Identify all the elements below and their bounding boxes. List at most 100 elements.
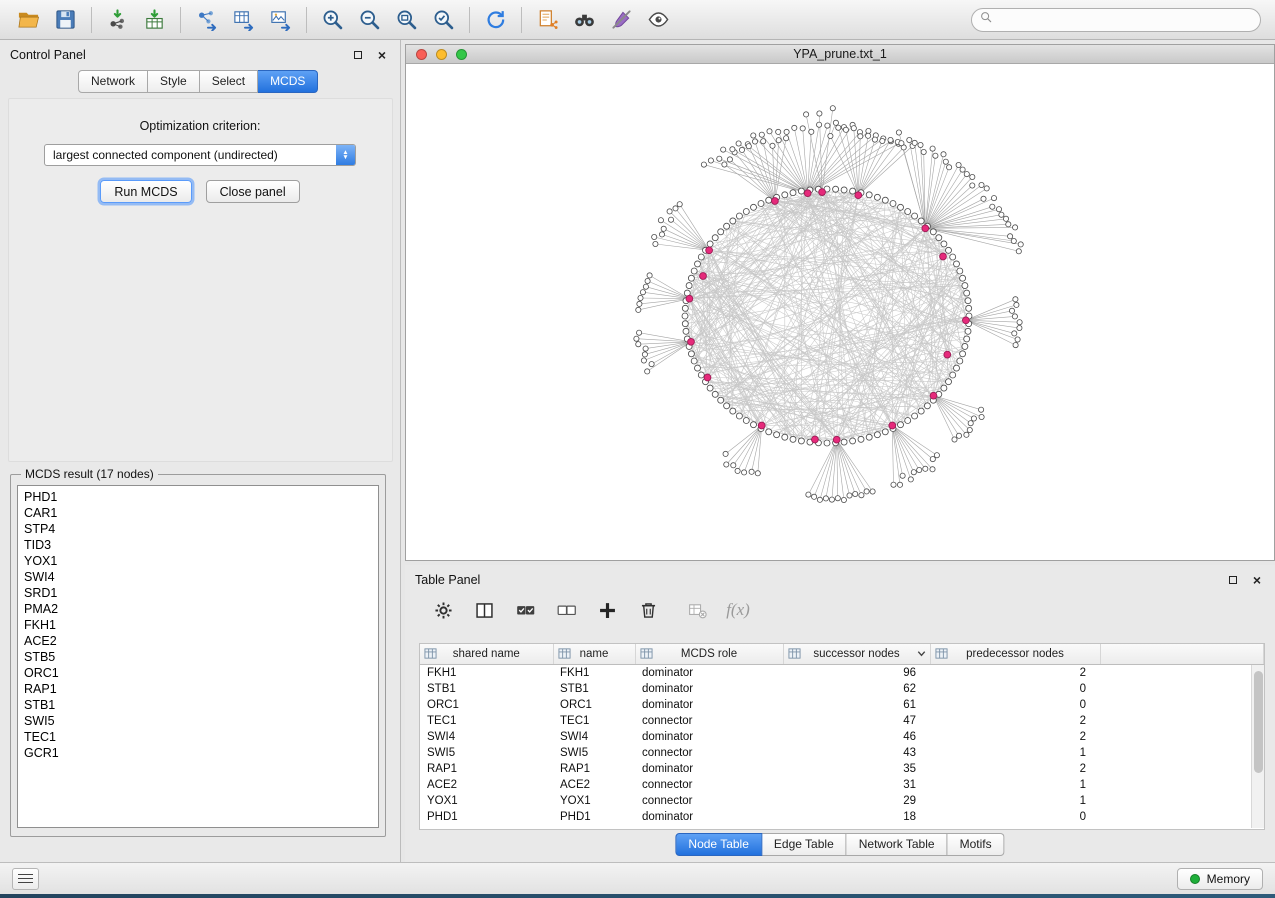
mcds-result-item[interactable]: ACE2 — [24, 633, 378, 649]
close-control-panel-button[interactable]: × — [374, 48, 390, 62]
tab-network[interactable]: Network — [78, 70, 148, 93]
export-image-button[interactable] — [262, 4, 299, 36]
add-row-button[interactable] — [593, 597, 621, 623]
cell-shared-name: STB1 — [420, 681, 553, 697]
mcds-result-item[interactable]: SRD1 — [24, 585, 378, 601]
column-selector-button[interactable] — [470, 597, 498, 623]
network-node — [790, 436, 796, 442]
zoom-out-button[interactable] — [351, 4, 388, 36]
save-session-button[interactable] — [47, 4, 84, 36]
column-header-successor-nodes[interactable]: successor nodes — [783, 644, 930, 665]
cell-successor-nodes: 18 — [783, 809, 930, 825]
float-table-panel-button[interactable] — [1225, 573, 1241, 587]
mcds-result-item[interactable]: TEC1 — [24, 729, 378, 745]
export-table-button[interactable] — [225, 4, 262, 36]
close-window-button[interactable] — [416, 49, 427, 60]
column-header-predecessor-nodes[interactable]: predecessor nodes — [930, 644, 1100, 665]
table-tab-motifs[interactable]: Motifs — [948, 833, 1005, 856]
network-node — [921, 149, 926, 154]
eye-visibility-button[interactable] — [640, 4, 677, 36]
deselect-all-button[interactable] — [552, 597, 580, 623]
network-canvas[interactable] — [406, 64, 1274, 559]
import-table-button[interactable] — [136, 4, 173, 36]
mcds-result-item[interactable]: SWI5 — [24, 713, 378, 729]
cell-successor-nodes: 46 — [783, 729, 930, 745]
mcds-result-item[interactable]: ORC1 — [24, 665, 378, 681]
table-row[interactable]: STB1STB1dominator620 — [420, 681, 1264, 697]
table-row[interactable]: PHD1PHD1dominator180 — [420, 809, 1264, 825]
minimize-window-button[interactable] — [436, 49, 447, 60]
network-node — [936, 235, 942, 241]
mcds-result-item[interactable]: YOX1 — [24, 553, 378, 569]
scrollbar-thumb[interactable] — [1254, 671, 1263, 773]
table-row[interactable]: TEC1TEC1connector472 — [420, 713, 1264, 729]
panel-menu-button[interactable] — [12, 868, 39, 890]
table-tab-network-table[interactable]: Network Table — [847, 833, 948, 856]
network-window-titlebar[interactable]: YPA_prune.txt_1 — [406, 45, 1274, 64]
toolbar-separator — [306, 7, 307, 33]
network-node — [782, 434, 788, 440]
mcds-result-list[interactable]: PHD1CAR1STP4TID3YOX1SWI4SRD1PMA2FKH1ACE2… — [17, 485, 379, 828]
network-node — [1018, 242, 1023, 247]
table-row[interactable]: FKH1FKH1dominator962 — [420, 665, 1264, 681]
optimization-criterion-select[interactable]: largest connected component (undirected)… — [44, 144, 356, 166]
column-header-name[interactable]: name — [553, 644, 635, 665]
column-header-shared-name[interactable]: shared name — [420, 644, 553, 665]
search-binoculars-button[interactable] — [566, 4, 603, 36]
clear-table-button[interactable] — [683, 597, 711, 623]
float-control-panel-button[interactable] — [350, 48, 366, 62]
network-node — [851, 126, 856, 131]
mcds-result-item[interactable]: FKH1 — [24, 617, 378, 633]
mcds-result-item[interactable]: PHD1 — [24, 489, 378, 505]
zoom-fit-button[interactable] — [388, 4, 425, 36]
zoom-in-button[interactable] — [314, 4, 351, 36]
table-scrollbar[interactable] — [1251, 665, 1264, 828]
search-input[interactable] — [993, 10, 1260, 30]
open-file-button[interactable] — [10, 4, 47, 36]
column-header-mcds-role[interactable]: MCDS role — [635, 644, 783, 665]
close-table-panel-button[interactable]: × — [1249, 573, 1265, 587]
select-all-button[interactable] — [511, 597, 539, 623]
add-row-icon — [597, 600, 618, 621]
table-row[interactable]: ORC1ORC1dominator610 — [420, 697, 1264, 713]
close-panel-button[interactable]: Close panel — [206, 180, 300, 203]
mcds-result-item[interactable]: GCR1 — [24, 745, 378, 761]
network-node — [647, 273, 652, 278]
table-tab-node-table[interactable]: Node Table — [675, 833, 762, 856]
cell-name: ACE2 — [553, 777, 635, 793]
memory-button[interactable]: Memory — [1177, 868, 1263, 890]
network-node — [908, 477, 913, 482]
delete-row-button[interactable] — [634, 597, 662, 623]
settings-gear-button[interactable] — [429, 597, 457, 623]
zoom-window-button[interactable] — [456, 49, 467, 60]
mcds-result-item[interactable]: STB1 — [24, 697, 378, 713]
style-brush-button[interactable] — [603, 4, 640, 36]
network-node — [736, 413, 742, 419]
mcds-result-item[interactable]: SWI4 — [24, 569, 378, 585]
table-row[interactable]: SWI5SWI5connector431 — [420, 745, 1264, 761]
zoom-selected-button[interactable] — [425, 4, 462, 36]
mcds-result-item[interactable]: STP4 — [24, 521, 378, 537]
export-document-button[interactable] — [529, 4, 566, 36]
mcds-result-item[interactable]: PMA2 — [24, 601, 378, 617]
function-builder-button[interactable]: f(x) — [724, 597, 752, 623]
table-tab-edge-table[interactable]: Edge Table — [762, 833, 847, 856]
table-row[interactable]: SWI4SWI4dominator462 — [420, 729, 1264, 745]
network-node — [691, 268, 697, 274]
mcds-result-item[interactable]: TID3 — [24, 537, 378, 553]
network-node — [979, 414, 984, 419]
table-row[interactable]: RAP1RAP1dominator352 — [420, 761, 1264, 777]
mcds-result-item[interactable]: CAR1 — [24, 505, 378, 521]
mcds-result-item[interactable]: STB5 — [24, 649, 378, 665]
table-row[interactable]: ACE2ACE2connector311 — [420, 777, 1264, 793]
mcds-result-item[interactable]: RAP1 — [24, 681, 378, 697]
tab-style[interactable]: Style — [148, 70, 200, 93]
export-network-button[interactable] — [188, 4, 225, 36]
import-network-button[interactable] — [99, 4, 136, 36]
network-node — [1013, 343, 1018, 348]
tab-mcds[interactable]: MCDS — [258, 70, 318, 93]
run-mcds-button[interactable]: Run MCDS — [100, 180, 191, 203]
tab-select[interactable]: Select — [200, 70, 258, 93]
table-row[interactable]: YOX1YOX1connector291 — [420, 793, 1264, 809]
refresh-button[interactable] — [477, 4, 514, 36]
